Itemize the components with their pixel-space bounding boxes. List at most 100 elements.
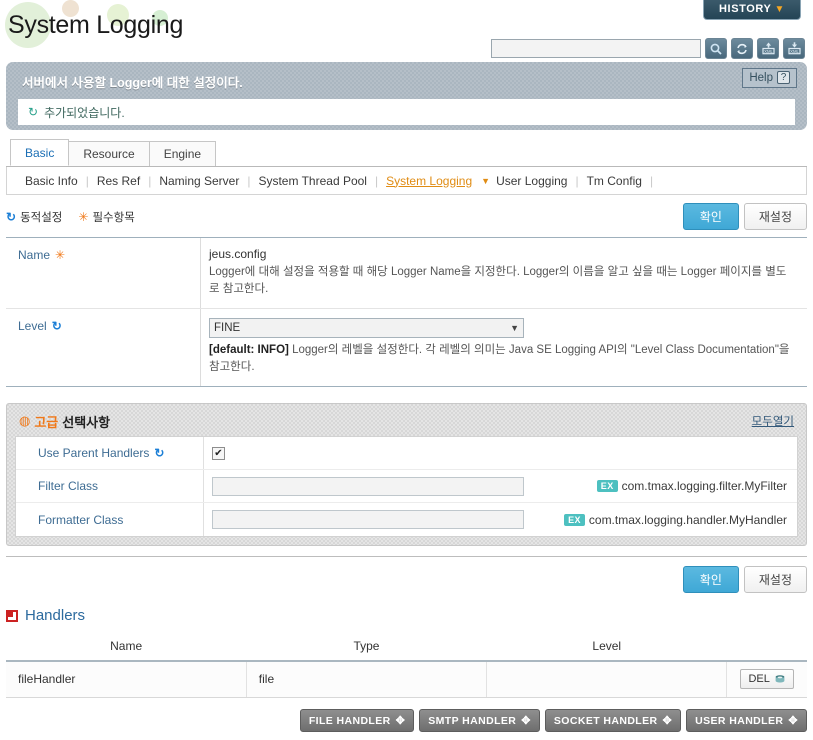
- add-socket-handler-button[interactable]: SOCKET HANDLER ✥: [544, 709, 682, 732]
- subnav-item-user-logging[interactable]: User Logging: [490, 174, 573, 188]
- level-default-value: [default: INFO]: [209, 344, 289, 356]
- handlers-table: Name Type Level fileHandler file DEL: [6, 632, 807, 698]
- add-smtp-handler-button[interactable]: SMTP HANDLER ✥: [419, 709, 540, 732]
- add-file-handler-label: FILE HANDLER: [308, 714, 391, 727]
- confirm-button[interactable]: 확인: [682, 203, 739, 230]
- xml-import-icon[interactable]: XML: [783, 38, 805, 59]
- advanced-label-text: Use Parent Handlers: [38, 446, 150, 460]
- subnav-item-system-logging[interactable]: System Logging: [380, 174, 478, 188]
- reset-button-bottom[interactable]: 재설정: [743, 566, 807, 593]
- delete-handler-button[interactable]: DEL: [740, 669, 794, 690]
- help-button-label: Help: [749, 71, 773, 84]
- advanced-label-formatter-class: Formatter Class: [16, 503, 204, 536]
- level-select-value: FINE: [214, 322, 241, 334]
- refresh-icon: ↻: [6, 210, 17, 224]
- question-mark-icon: ?: [777, 71, 790, 84]
- subnav-item-naming-server[interactable]: Naming Server: [153, 174, 245, 188]
- bottom-action-buttons: 확인 재설정: [6, 556, 807, 593]
- legend-dynamic: ↻ 동적설정: [6, 209, 62, 225]
- cell-handler-level: [486, 661, 728, 698]
- asterisk-icon: ✳: [55, 248, 66, 262]
- description-panel: 서버에서 사용할 Logger에 대한 설정이다. Help ? ↻ 추가되었습…: [6, 62, 807, 130]
- use-parent-handlers-checkbox[interactable]: ✔: [212, 446, 225, 460]
- subnav-separator: |: [85, 173, 89, 188]
- plus-icon: ✥: [395, 715, 406, 727]
- xml-export-icon[interactable]: XML: [757, 38, 779, 59]
- level-select[interactable]: FINE ▼: [209, 318, 524, 338]
- column-header-actions: [726, 632, 807, 662]
- add-user-handler-label: USER HANDLER: [695, 714, 784, 727]
- delete-button-label: DEL: [748, 673, 770, 686]
- cell-handler-type: file: [246, 661, 488, 698]
- advanced-options-panel: ◍ 고급 선택사항 모두열기 Use Parent Handlers ↻ ✔ F…: [6, 403, 807, 546]
- cell-handler-actions: DEL: [726, 661, 807, 698]
- ex-badge-icon: EX: [596, 480, 618, 492]
- reset-button[interactable]: 재설정: [743, 203, 807, 230]
- add-user-handler-button[interactable]: USER HANDLER ✥: [686, 709, 807, 732]
- top-action-buttons: 확인 재설정: [682, 203, 807, 230]
- form-label-level-text: Level: [18, 319, 47, 333]
- advanced-value-use-parent-handlers: ✔: [204, 446, 797, 460]
- search-icon[interactable]: [705, 38, 727, 59]
- formatter-class-example: EX com.tmax.logging.handler.MyHandler: [564, 513, 787, 527]
- filter-class-input[interactable]: [212, 476, 524, 496]
- description-title: 서버에서 사용할 Logger에 대한 설정이다.: [22, 76, 243, 90]
- chevron-down-icon: ▼: [774, 4, 785, 15]
- filter-class-example: EX com.tmax.logging.filter.MyFilter: [596, 479, 787, 493]
- subnav-separator: |: [649, 173, 654, 188]
- subnav-item-system-thread-pool[interactable]: System Thread Pool: [252, 174, 373, 188]
- legend-dynamic-label: 동적설정: [20, 212, 63, 224]
- search-input[interactable]: [491, 39, 701, 58]
- form-label-name: Name ✳: [6, 238, 201, 308]
- chevron-down-icon[interactable]: ▼: [481, 176, 490, 186]
- notification-text: 추가되었습니다.: [44, 105, 125, 120]
- add-file-handler-button[interactable]: FILE HANDLER ✥: [299, 709, 415, 732]
- svg-text:XML: XML: [790, 49, 799, 54]
- column-header-type: Type: [246, 632, 487, 662]
- history-button-label: HISTORY: [719, 3, 772, 15]
- legend-required: ✳ 필수항목: [78, 209, 134, 225]
- refresh-icon[interactable]: [731, 38, 753, 59]
- add-socket-handler-label: SOCKET HANDLER: [553, 714, 658, 727]
- plus-icon: ✥: [788, 715, 798, 727]
- advanced-value-filter-class: EX com.tmax.logging.filter.MyFilter: [204, 476, 797, 496]
- help-button[interactable]: Help ?: [742, 68, 797, 88]
- advanced-label-filter-class: Filter Class: [16, 470, 204, 502]
- advanced-options-header: ◍ 고급 선택사항 모두열기: [15, 411, 798, 431]
- subnav-item-basic-info[interactable]: Basic Info: [19, 174, 84, 188]
- bulb-icon: ◍: [19, 413, 31, 428]
- trash-icon: [775, 675, 785, 683]
- plus-icon: ✥: [662, 715, 673, 727]
- refresh-icon: ↻: [51, 319, 62, 333]
- form-row-name: Name ✳ jeus.config Logger에 대해 설정을 적용할 때 …: [6, 238, 807, 309]
- refresh-icon: ↻: [154, 446, 165, 460]
- confirm-button-bottom[interactable]: 확인: [682, 566, 739, 593]
- formatter-class-example-text: com.tmax.logging.handler.MyHandler: [588, 512, 787, 527]
- ex-badge-icon: EX: [564, 513, 585, 526]
- level-help-body: Logger의 레벨을 설정한다. 각 레벨의 의미는 Java SE Logg…: [209, 344, 790, 373]
- plus-icon: ✥: [521, 715, 531, 727]
- page-header: System Logging HISTORY ▼ XML XML: [0, 0, 813, 60]
- advanced-label-text: Filter Class: [38, 479, 99, 493]
- form-label-name-text: Name: [18, 248, 51, 262]
- legend-required-label: 필수항목: [92, 212, 135, 224]
- advanced-label-text: Formatter Class: [38, 512, 124, 527]
- formatter-class-input[interactable]: [212, 510, 524, 529]
- notification-bar: ↻ 추가되었습니다.: [18, 99, 795, 125]
- subnav-separator: |: [247, 173, 251, 188]
- tab-basic[interactable]: Basic: [10, 139, 70, 166]
- expand-all-link[interactable]: 모두열기: [752, 413, 794, 429]
- column-header-level: Level: [486, 632, 727, 662]
- advanced-label-use-parent-handlers: Use Parent Handlers ↻: [16, 437, 204, 469]
- refresh-icon: ↻: [28, 105, 39, 119]
- form-value-name: jeus.config Logger에 대해 설정을 적용할 때 해당 Logg…: [201, 238, 807, 308]
- history-button[interactable]: HISTORY ▼: [703, 0, 801, 20]
- subnav-item-res-ref[interactable]: Res Ref: [91, 174, 146, 188]
- subnav-item-tm-config[interactable]: Tm Config: [581, 174, 648, 188]
- tab-resource[interactable]: Resource: [68, 141, 150, 166]
- advanced-row-formatter-class: Formatter Class EX com.tmax.logging.hand…: [16, 503, 797, 536]
- subnav-separator: |: [374, 173, 379, 188]
- advanced-value-formatter-class: EX com.tmax.logging.handler.MyHandler: [204, 510, 797, 529]
- tab-engine[interactable]: Engine: [148, 141, 217, 166]
- handler-add-buttons: FILE HANDLER ✥ SMTP HANDLER ✥ SOCKET HAN…: [299, 709, 807, 732]
